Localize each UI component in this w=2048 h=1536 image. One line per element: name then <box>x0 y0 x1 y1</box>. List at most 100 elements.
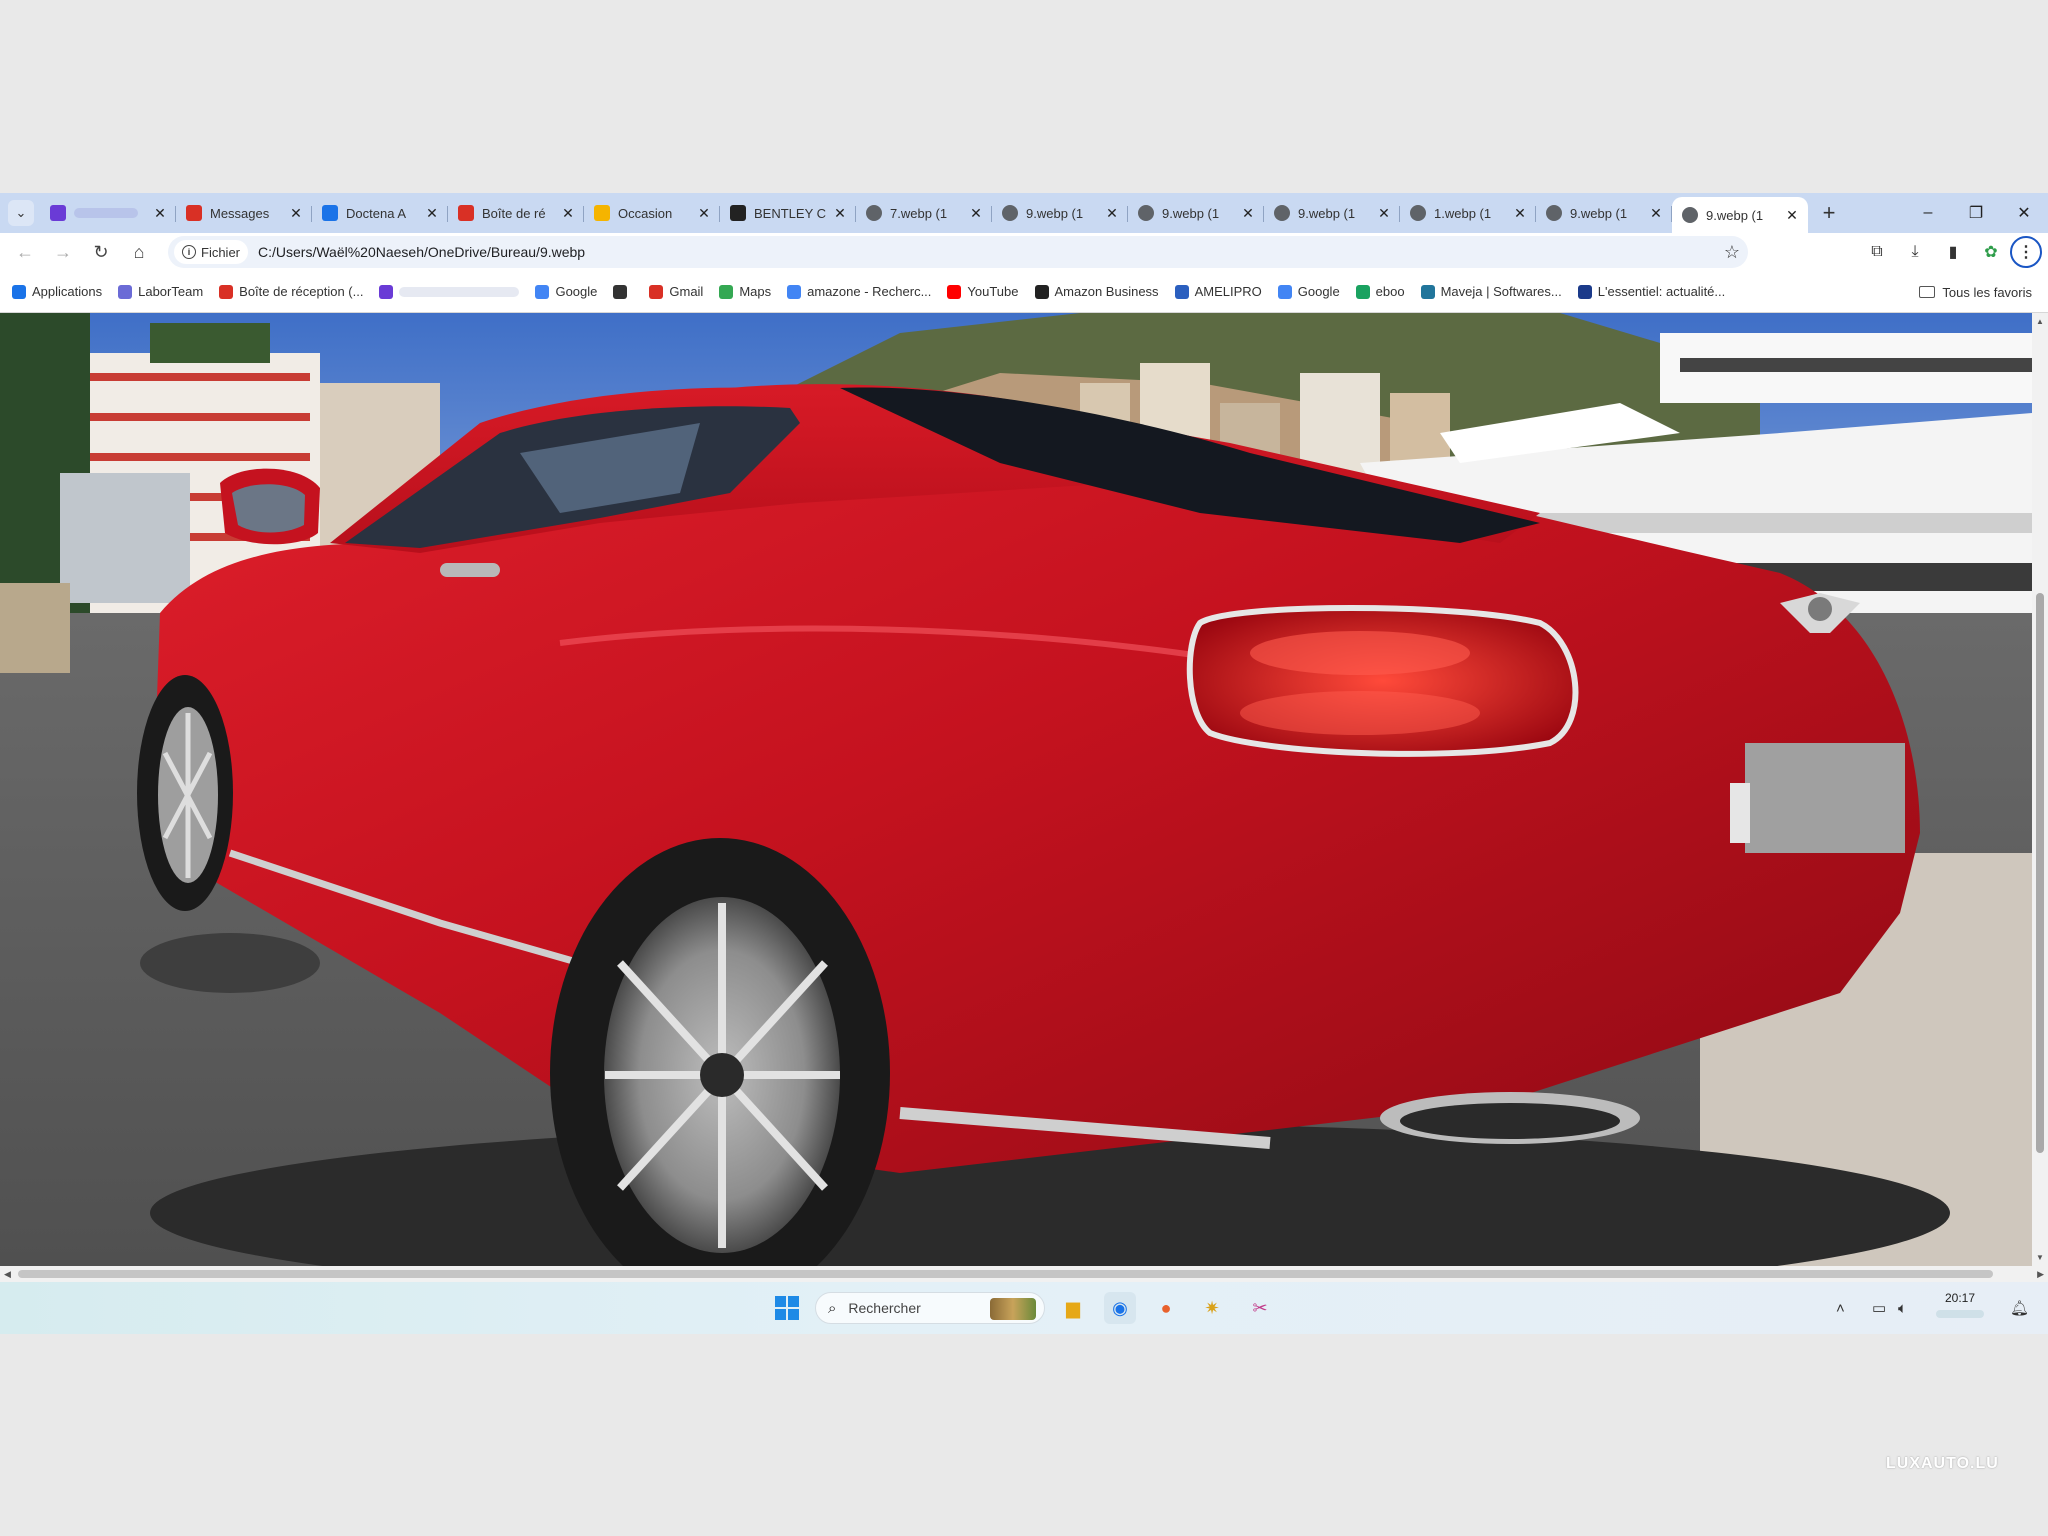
tab-search-button[interactable]: ⌄ <box>8 200 34 226</box>
bookmark-item[interactable]: Gmail <box>649 284 703 299</box>
reload-button[interactable]: ↻ <box>82 233 120 271</box>
taskbar-search-box[interactable]: ⌕ Rechercher <box>815 1292 1045 1324</box>
scroll-left-icon[interactable]: ◀ <box>4 1266 11 1282</box>
home-button[interactable]: ⌂ <box>120 233 158 271</box>
browser-tab[interactable]: 9.webp (1 ✕ <box>1128 197 1264 229</box>
bookmark-item[interactable]: Google <box>535 284 597 299</box>
close-tab-icon[interactable]: ✕ <box>152 205 168 222</box>
bookmark-label: LaborTeam <box>138 284 204 299</box>
close-tab-icon[interactable]: ✕ <box>696 205 712 222</box>
extensions-icon[interactable]: ⧉ <box>1858 233 1896 271</box>
new-tab-button[interactable]: + <box>1814 198 1844 228</box>
tray-overflow-icon[interactable]: ˄ <box>1836 1282 1845 1334</box>
volume-icon[interactable]: 🔈︎ <box>1898 1282 1907 1334</box>
profile-icon[interactable]: ✿ <box>1972 233 2010 271</box>
bookmark-item[interactable]: Maps <box>719 284 771 299</box>
scroll-up-icon[interactable]: ▲ <box>2032 317 2048 326</box>
bookmark-list: Applications LaborTeam Boîte de réception … <box>12 284 1741 299</box>
arrow-left-icon: ← <box>16 241 34 262</box>
download-icon[interactable]: ⤓ <box>1896 233 1934 271</box>
info-icon: i <box>182 245 196 259</box>
browser-tab[interactable]: 1.webp (1 ✕ <box>1400 197 1536 229</box>
back-button[interactable]: ← <box>6 233 44 271</box>
browser-tab[interactable]: 9.webp (1 ✕ <box>1672 197 1808 233</box>
tab-title: 9.webp (1 <box>1706 207 1764 223</box>
snipping-tool-icon[interactable]: ✂ <box>1244 1292 1276 1324</box>
restore-button[interactable]: ❐ <box>1952 193 2000 233</box>
tab-title: Occasion <box>618 205 673 221</box>
browser-tab[interactable]: 9.webp (1 ✕ <box>992 197 1128 229</box>
bookmark-label: Boîte de réception (... <box>239 284 364 299</box>
system-clock[interactable]: 20:17 <box>1932 1290 1988 1318</box>
bookmark-item[interactable] <box>379 284 520 299</box>
browser-tab[interactable]: Messages ✕ <box>176 197 312 229</box>
tab-title <box>74 208 138 218</box>
close-tab-icon[interactable]: ✕ <box>1240 205 1256 222</box>
close-tab-icon[interactable]: ✕ <box>1648 205 1664 222</box>
bookmark-item[interactable]: Google <box>1277 284 1340 299</box>
tab-title: BENTLEY C <box>754 205 827 221</box>
bookmark-item[interactable]: AMELIPRO <box>1174 284 1262 299</box>
close-tab-icon[interactable]: ✕ <box>1784 207 1800 224</box>
bookmark-item[interactable]: Maveja | Softwares... <box>1420 284 1562 299</box>
bookmark-item[interactable]: LaborTeam <box>118 284 203 299</box>
bookmark-item[interactable]: L'essentiel: actualité... <box>1577 284 1725 299</box>
browser-tab[interactable]: Doctena A ✕ <box>312 197 448 229</box>
minimize-button[interactable]: – <box>1904 193 1952 233</box>
site-info-chip[interactable]: i Fichier <box>174 240 249 264</box>
bookmark-label: Google <box>1297 284 1340 299</box>
close-tab-icon[interactable]: ✕ <box>1512 205 1528 222</box>
arrow-right-icon: → <box>54 241 72 262</box>
bookmark-item[interactable] <box>613 284 633 299</box>
photos-icon[interactable]: ✷ <box>1196 1292 1228 1324</box>
vertical-scrollbar[interactable]: ▲ ▼ <box>2032 313 2048 1266</box>
windows-start-icon[interactable] <box>775 1296 799 1320</box>
bookmark-item[interactable]: Applications <box>12 284 102 299</box>
bookmark-item[interactable]: YouTube <box>947 284 1019 299</box>
bookmark-star-icon[interactable]: ☆ <box>1716 242 1748 263</box>
bookmark-item[interactable]: eboo <box>1355 284 1405 299</box>
browser-tab[interactable]: 9.webp (1 ✕ <box>1536 197 1672 229</box>
chrome-icon[interactable]: ◉ <box>1104 1292 1136 1324</box>
network-icon[interactable]: ▭ <box>1872 1282 1886 1334</box>
globe-icon <box>1682 207 1698 223</box>
notification-bell-icon[interactable]: 🔔︎ <box>2010 1282 2029 1334</box>
url-text[interactable]: C:/Users/Waël%20Naeseh/OneDrive/Bureau/9… <box>258 244 1716 260</box>
vertical-scroll-thumb[interactable] <box>2036 593 2044 1153</box>
scroll-right-icon[interactable]: ▶ <box>2037 1266 2044 1282</box>
bookmark-label: YouTube <box>967 284 1019 299</box>
horizontal-scroll-thumb[interactable] <box>18 1270 1993 1278</box>
bookmark-item[interactable]: Amazon Business <box>1034 284 1159 299</box>
bookmark-item[interactable]: Boîte de réception (... <box>219 284 363 299</box>
forward-button[interactable]: → <box>44 233 82 271</box>
side-panel-icon[interactable]: ▮ <box>1934 233 1972 271</box>
kebab-menu-icon[interactable]: ⋮ <box>2010 236 2042 268</box>
close-window-button[interactable]: ✕ <box>2000 193 2048 233</box>
all-bookmarks-button[interactable]: Tous les favoris <box>1919 271 2032 313</box>
close-tab-icon[interactable]: ✕ <box>832 205 848 222</box>
bookmark-item[interactable]: amazone - Recherc... <box>787 284 931 299</box>
close-tab-icon[interactable]: ✕ <box>424 205 440 222</box>
chevron-down-icon: ⌄ <box>15 205 27 220</box>
file-explorer-icon[interactable]: ▆ <box>1057 1292 1089 1324</box>
scroll-down-icon[interactable]: ▼ <box>2032 1253 2048 1262</box>
close-tab-icon[interactable]: ✕ <box>1376 205 1392 222</box>
tab-list: ✕ Messages ✕ Doctena A ✕ Boîte de ré ✕ Occasion… <box>40 193 1808 233</box>
browser-tab[interactable]: 9.webp (1 ✕ <box>1264 197 1400 229</box>
browser-tab[interactable]: Occasion ✕ <box>584 197 720 229</box>
browser-tab[interactable]: 7.webp (1 ✕ <box>856 197 992 229</box>
list-icon <box>613 284 628 299</box>
firefox-icon[interactable]: ● <box>1150 1292 1182 1324</box>
browser-tab[interactable]: BENTLEY C ✕ <box>720 197 856 229</box>
close-tab-icon[interactable]: ✕ <box>968 205 984 222</box>
bookmark-label: eboo <box>1375 284 1405 299</box>
site-info-label: Fichier <box>201 244 241 260</box>
close-tab-icon[interactable]: ✕ <box>288 205 304 222</box>
browser-tab[interactable]: ✕ <box>40 197 176 229</box>
close-tab-icon[interactable]: ✕ <box>560 205 576 222</box>
lessentiel-icon <box>1577 284 1592 299</box>
horizontal-scrollbar[interactable]: ◀ ▶ <box>0 1266 2048 1282</box>
address-bar[interactable]: i Fichier C:/Users/Waël%20Naeseh/OneDriv… <box>168 236 1748 268</box>
browser-tab[interactable]: Boîte de ré ✕ <box>448 197 584 229</box>
close-tab-icon[interactable]: ✕ <box>1104 205 1120 222</box>
